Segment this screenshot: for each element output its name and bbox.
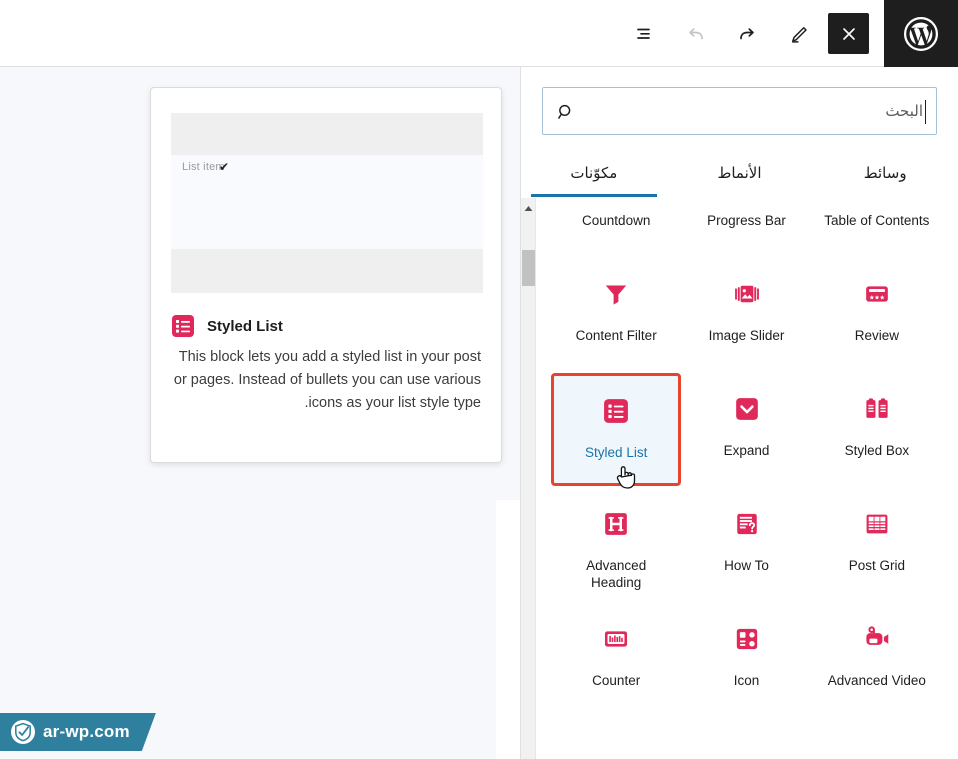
- block-grid: Table of Contents Progress Bar Countdown: [551, 198, 942, 716]
- shield-check-icon: [10, 719, 36, 745]
- content-filter-icon: [603, 281, 629, 307]
- block-item-image-slider[interactable]: Image Slider: [681, 258, 811, 371]
- styled-box-icon: [864, 396, 890, 422]
- block-item-label: Countdown: [582, 213, 651, 228]
- block-item-advanced-video[interactable]: Advanced Video: [812, 603, 942, 716]
- tab-patterns-label: الأنماط: [717, 165, 762, 182]
- block-item-label: Content Filter: [575, 328, 657, 343]
- redo-icon: [739, 27, 754, 39]
- block-item-label: Progress Bar: [707, 213, 786, 228]
- block-item-label: Review: [854, 328, 899, 343]
- block-item-advanced-heading[interactable]: Advanced Heading: [551, 488, 681, 601]
- block-preview-title: Styled List: [207, 317, 283, 335]
- how-to-icon: [734, 511, 760, 537]
- chevron-up-icon: [524, 205, 533, 211]
- text-caret: [925, 100, 926, 124]
- review-icon: [864, 281, 890, 307]
- tab-media[interactable]: وسائط: [812, 149, 958, 197]
- block-inserter-panel: البحث وسائط الأنماط مكوّنات Table of Con…: [520, 67, 958, 759]
- block-item-progress-bar[interactable]: Progress Bar: [681, 198, 811, 256]
- block-item-label: Expand: [723, 443, 770, 458]
- edit-pencil-button[interactable]: [777, 13, 818, 54]
- block-item-label: Advanced Heading: [586, 558, 647, 590]
- block-item-post-grid[interactable]: Post Grid: [812, 488, 942, 601]
- block-preview-mockup-body: List item ✔: [171, 155, 483, 249]
- block-list-scroll-region[interactable]: Table of Contents Progress Bar Countdown: [521, 198, 958, 759]
- counter-icon: [603, 626, 629, 652]
- watermark-text: ar-wp.com: [43, 722, 130, 741]
- wordpress-block-editor: List item ✔ Styled List This block lets …: [0, 0, 958, 759]
- block-item-label: Advanced Video: [827, 673, 926, 688]
- site-watermark: ar-wp.com: [0, 713, 156, 751]
- pencil-icon: [791, 26, 807, 43]
- tab-media-label: وسائط: [863, 165, 907, 182]
- tab-patterns[interactable]: الأنماط: [667, 149, 813, 197]
- block-item-how-to[interactable]: How To: [681, 488, 811, 601]
- wordpress-logo-button[interactable]: [884, 0, 958, 67]
- search-field-wrapper: البحث: [542, 87, 937, 135]
- block-item-counter[interactable]: Counter: [551, 603, 681, 716]
- block-item-styled-list[interactable]: Styled List: [551, 373, 682, 486]
- expand-icon: [734, 396, 760, 422]
- close-icon: [842, 27, 855, 40]
- block-preview-description: This block lets you add a styled list in…: [173, 349, 481, 411]
- block-item-label: How To: [724, 558, 769, 573]
- block-list-scrollbar[interactable]: [521, 198, 536, 759]
- block-preview-mockup: List item ✔: [171, 113, 483, 293]
- editor-toolbar: [0, 0, 958, 67]
- block-item-label: Post Grid: [848, 558, 905, 573]
- wordpress-icon: [903, 16, 939, 51]
- image-slider-icon: [734, 281, 760, 307]
- block-item-label: Table of Contents: [824, 213, 930, 228]
- advanced-heading-icon: [603, 511, 629, 537]
- block-item-countdown[interactable]: Countdown: [551, 198, 681, 256]
- block-item-label: Styled Box: [844, 443, 910, 458]
- block-item-label: Icon: [733, 673, 760, 688]
- close-inserter-button[interactable]: [828, 13, 869, 54]
- search-input[interactable]: البحث: [542, 87, 937, 135]
- block-item-review[interactable]: Review: [812, 258, 942, 371]
- block-item-content-filter[interactable]: Content Filter: [551, 258, 681, 371]
- block-item-styled-box[interactable]: Styled Box: [812, 373, 942, 486]
- scroll-up-arrow-button[interactable]: [521, 200, 536, 216]
- styled-list-icon: [603, 398, 629, 424]
- block-item-label: Image Slider: [708, 328, 785, 343]
- tab-blocks-label: مكوّنات: [570, 165, 618, 182]
- scrollbar-thumb[interactable]: [522, 250, 535, 286]
- block-item-table-of-contents[interactable]: Table of Contents: [812, 198, 942, 256]
- list-view-button[interactable]: [624, 13, 665, 54]
- undo-icon: [688, 27, 703, 39]
- block-item-icon[interactable]: Icon: [681, 603, 811, 716]
- block-item-label: Styled List: [585, 445, 648, 460]
- redo-button[interactable]: [726, 13, 767, 54]
- canvas-content-column: [496, 500, 520, 759]
- block-item-label: Counter: [592, 673, 641, 688]
- post-grid-icon: [864, 511, 890, 537]
- block-item-expand[interactable]: Expand: [681, 373, 811, 486]
- editor-canvas[interactable]: List item ✔ Styled List This block lets …: [0, 67, 520, 759]
- list-view-icon: [636, 28, 650, 39]
- undo-button[interactable]: [675, 13, 716, 54]
- search-placeholder-text: البحث: [885, 103, 923, 120]
- tab-blocks[interactable]: مكوّنات: [521, 149, 667, 197]
- search-icon: [555, 88, 577, 136]
- block-preview-card: List item ✔ Styled List This block lets …: [150, 87, 502, 463]
- check-icon: ✔: [219, 160, 230, 174]
- inserter-tabs: وسائط الأنماط مكوّنات: [521, 149, 958, 197]
- block-preview-header: Styled List: [171, 314, 481, 338]
- styled-list-icon: [171, 314, 195, 338]
- icon-block-icon: [734, 626, 760, 652]
- advanced-video-icon: [864, 626, 890, 652]
